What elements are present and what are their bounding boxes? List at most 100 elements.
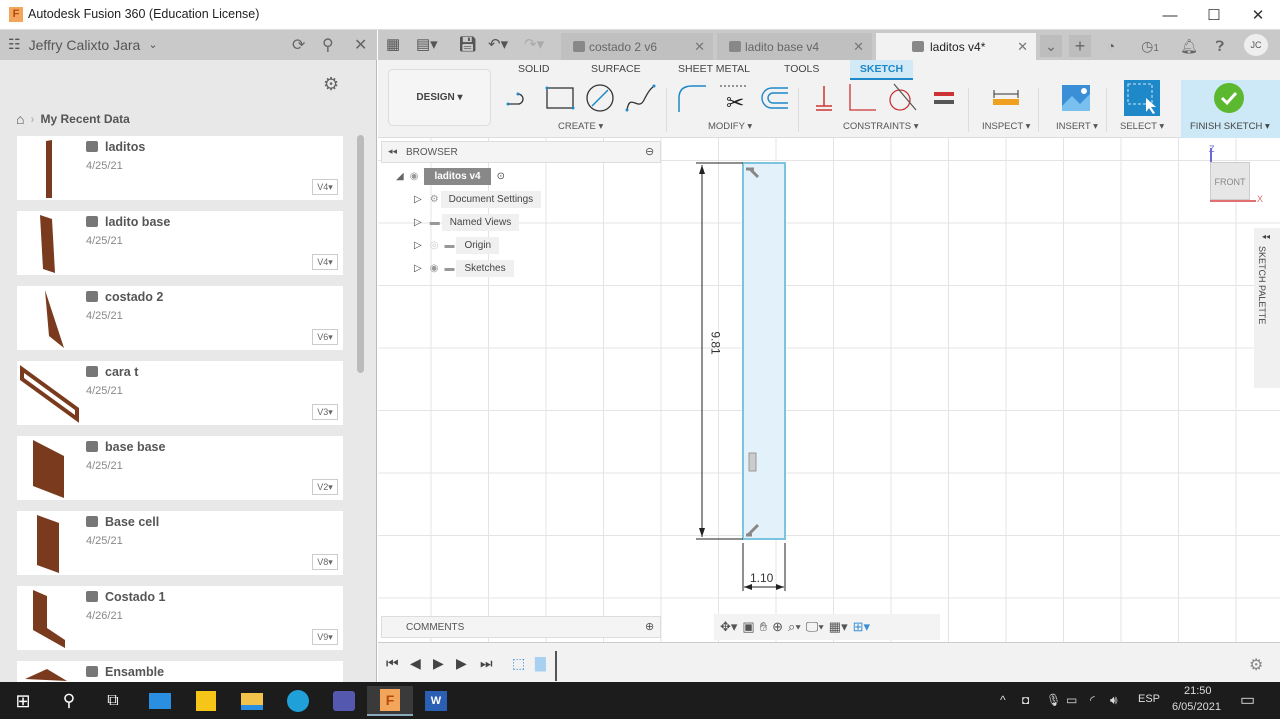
view-cube[interactable]: FRONT: [1210, 162, 1250, 200]
add-comment-icon[interactable]: ⊕: [645, 620, 654, 633]
file-card[interactable]: costado 2 4/25/21 V6▾: [17, 286, 343, 350]
notification-bell-icon[interactable]: 🔔︎: [1178, 35, 1200, 57]
data-panel-grid-icon[interactable]: ▦: [386, 35, 400, 53]
file-card[interactable]: laditos 4/25/21 V4▾: [17, 136, 343, 200]
tab-overflow-icon[interactable]: ⌄: [1040, 35, 1062, 57]
sketch-palette-tab[interactable]: ◂◂ SKETCH PALETTE: [1254, 228, 1280, 388]
timeline-feature-icon[interactable]: ▇: [535, 655, 546, 672]
visibility-hidden-icon[interactable]: ◎: [430, 240, 439, 251]
avatar[interactable]: JC: [1244, 34, 1268, 56]
breadcrumb-current[interactable]: My Recent Data: [40, 112, 129, 126]
fit-icon[interactable]: ⌕▾: [788, 619, 801, 635]
close-tab-icon[interactable]: ✕: [1017, 39, 1028, 55]
display-settings-icon[interactable]: 🖵︎▾: [806, 619, 824, 635]
clock-date[interactable]: 6/05/2021: [1172, 701, 1221, 713]
refresh-icon[interactable]: ⟳: [292, 35, 305, 55]
word-icon[interactable]: W: [413, 686, 459, 716]
workspace-switcher[interactable]: DESIGN ▾: [388, 69, 491, 126]
expand-arrow-icon[interactable]: ▷: [414, 194, 422, 205]
help-icon[interactable]: ❓︎: [1209, 35, 1231, 57]
close-tab-icon[interactable]: ✕: [694, 39, 705, 55]
tangent-constraint-icon[interactable]: [886, 82, 918, 114]
inspect-menu[interactable]: INSPECT ▾: [982, 121, 1030, 132]
step-forward-icon[interactable]: ▶: [456, 655, 467, 672]
expand-arrow-icon[interactable]: ▷: [414, 240, 422, 251]
mail-app-icon[interactable]: [137, 686, 183, 716]
file-explorer-icon[interactable]: [229, 686, 275, 716]
file-card[interactable]: Ensamble: [17, 661, 343, 682]
insert-menu[interactable]: INSERT ▾: [1056, 121, 1098, 132]
new-tab-icon[interactable]: +: [1069, 35, 1091, 57]
search-icon[interactable]: ⚲: [322, 35, 334, 55]
expand-arrow-icon[interactable]: ▷: [414, 263, 422, 274]
visibility-eye-icon[interactable]: ◉: [430, 263, 439, 274]
sketch-rectangle[interactable]: [742, 162, 786, 540]
version-dropdown[interactable]: V4▾: [312, 254, 338, 270]
search-taskbar-icon[interactable]: ⚲: [46, 686, 92, 716]
microphone-icon[interactable]: 🎙︎: [1046, 693, 1061, 707]
clock-time[interactable]: 21:50: [1184, 685, 1212, 697]
browser-toggle-icon[interactable]: ⊖: [645, 145, 654, 158]
tab-costado-2[interactable]: costado 2 v6 ✕: [561, 33, 713, 60]
job-status-icon[interactable]: ◷1: [1133, 35, 1167, 57]
battery-icon[interactable]: ▭: [1066, 693, 1077, 707]
gear-icon[interactable]: ⚙: [323, 74, 339, 95]
file-menu-icon[interactable]: ▤▾: [416, 35, 438, 53]
create-menu[interactable]: CREATE ▾: [558, 121, 603, 132]
browser-node-sketches[interactable]: ▷ ◉ ▬ Sketches: [414, 260, 514, 277]
language-indicator[interactable]: ESP: [1138, 693, 1160, 705]
viewport-canvas[interactable]: ◂◂ BROWSER ⊖ ◢ ◉ laditos v4 ⊙ ▷ ⚙ Docume…: [378, 138, 1280, 642]
width-dimension[interactable]: 1.10: [750, 571, 773, 585]
task-view-icon[interactable]: ⧉: [90, 686, 136, 716]
scrollbar[interactable]: [357, 135, 364, 373]
version-dropdown[interactable]: V9▾: [312, 629, 338, 645]
offset-tool-icon[interactable]: [758, 82, 790, 114]
redo-icon[interactable]: ↷▾: [524, 35, 544, 53]
tab-surface[interactable]: SURFACE: [591, 63, 641, 75]
measure-tool-icon[interactable]: [990, 82, 1022, 114]
step-back-icon[interactable]: ◀: [410, 655, 421, 672]
viewports-icon[interactable]: ⊞▾: [853, 619, 870, 635]
play-icon[interactable]: ▶: [433, 655, 444, 672]
undo-icon[interactable]: ↶▾: [488, 35, 508, 53]
finish-sketch-button[interactable]: FINISH SKETCH ▾: [1181, 80, 1280, 138]
trim-tool-icon[interactable]: ✂: [718, 82, 750, 114]
tab-laditos[interactable]: laditos v4* ✕: [876, 33, 1036, 60]
activate-radio-icon[interactable]: ⊙: [497, 171, 505, 182]
version-dropdown[interactable]: V2▾: [312, 479, 338, 495]
version-dropdown[interactable]: V4▾: [312, 179, 338, 195]
maximize-button[interactable]: ☐: [1192, 0, 1236, 30]
browser-node-document-settings[interactable]: ▷ ⚙ Document Settings: [414, 191, 542, 208]
home-icon[interactable]: ⌂: [16, 111, 24, 127]
tab-tools[interactable]: TOOLS: [784, 63, 819, 75]
browser-node-origin[interactable]: ▷ ◎ ▬ Origin: [414, 237, 500, 254]
minimize-button[interactable]: —: [1148, 0, 1192, 30]
constraints-menu[interactable]: CONSTRAINTS ▾: [843, 121, 919, 132]
height-dimension[interactable]: 9.81: [709, 331, 723, 354]
close-panel-icon[interactable]: ✕: [354, 35, 367, 55]
file-card[interactable]: Costado 1 4/26/21 V9▾: [17, 586, 343, 650]
timeline-settings-gear-icon[interactable]: ⚙: [1249, 655, 1263, 675]
grid-settings-icon[interactable]: ▦▾: [829, 619, 848, 635]
file-card[interactable]: ladito base 4/25/21 V4▾: [17, 211, 343, 275]
select-tool-icon[interactable]: [1124, 80, 1160, 116]
version-dropdown[interactable]: V6▾: [312, 329, 338, 345]
file-card[interactable]: cara t 4/25/21 V3▾: [17, 361, 343, 425]
close-tab-icon[interactable]: ✕: [853, 39, 864, 55]
collapse-browser-icon[interactable]: ◂◂: [388, 146, 397, 157]
orbit-icon[interactable]: ✥▾: [720, 619, 737, 635]
team-selector[interactable]: ☷ Jeffry Calixto Jara ⌄: [8, 36, 158, 53]
version-dropdown[interactable]: V3▾: [312, 404, 338, 420]
close-button[interactable]: ✕: [1236, 0, 1280, 30]
line-tool-icon[interactable]: [504, 82, 536, 114]
select-menu[interactable]: SELECT ▾: [1120, 121, 1164, 132]
action-center-icon[interactable]: ▭: [1240, 690, 1255, 710]
file-card[interactable]: base base 4/25/21 V2▾: [17, 436, 343, 500]
rectangle-tool-icon[interactable]: [544, 82, 576, 114]
look-at-icon[interactable]: ▣: [742, 619, 754, 635]
tab-solid[interactable]: SOLID: [518, 63, 550, 75]
extensions-icon[interactable]: ◔: [1100, 35, 1122, 57]
insert-image-icon[interactable]: [1060, 82, 1092, 114]
start-button-icon[interactable]: ⊞: [0, 686, 46, 716]
fix-constraint-icon[interactable]: [808, 82, 840, 114]
